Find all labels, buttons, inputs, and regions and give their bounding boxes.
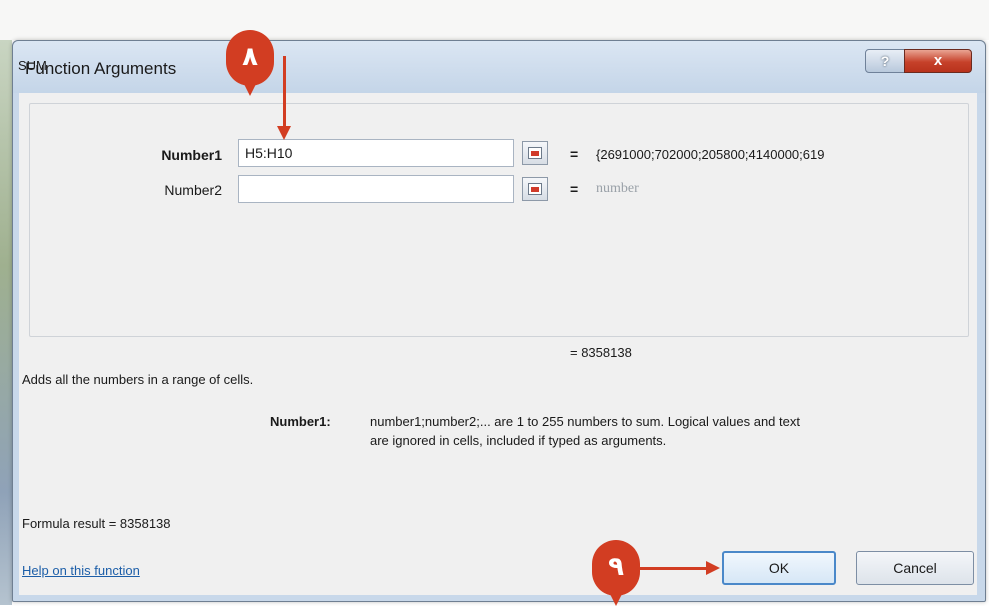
background-left bbox=[0, 40, 12, 605]
number1-result: {2691000;702000;205800;4140000;619 bbox=[596, 147, 825, 162]
argument-help-line1: number1;number2;... are 1 to 255 numbers… bbox=[370, 414, 800, 429]
argument-help-label: Number1: bbox=[270, 414, 331, 429]
argument-help-line2: are ignored in cells, included if typed … bbox=[370, 433, 667, 448]
argument-help-text: number1;number2;... are 1 to 255 numbers… bbox=[370, 412, 982, 450]
number2-label: Number2 bbox=[164, 182, 222, 198]
step-8-marker: ٨ bbox=[226, 30, 274, 96]
overall-result: = 8358138 bbox=[570, 345, 632, 360]
number2-collapse-button[interactable] bbox=[522, 177, 548, 201]
formula-result: Formula result = 8358138 bbox=[22, 516, 171, 531]
help-button[interactable]: ? bbox=[865, 49, 905, 73]
range-select-icon bbox=[528, 147, 542, 159]
ok-button[interactable]: OK bbox=[722, 551, 836, 585]
title-bar[interactable]: Function Arguments ? x bbox=[13, 41, 985, 93]
close-icon: x bbox=[933, 52, 943, 69]
step-8-arrow-head bbox=[277, 126, 291, 140]
number2-result: number bbox=[596, 181, 639, 196]
number2-field[interactable] bbox=[238, 175, 514, 203]
number1-equals: = bbox=[570, 146, 579, 162]
question-icon: ? bbox=[880, 53, 890, 69]
number2-equals: = bbox=[570, 181, 579, 197]
help-on-function-link[interactable]: Help on this function bbox=[22, 563, 140, 578]
background-top bbox=[0, 0, 989, 40]
number1-label: Number1 bbox=[161, 147, 222, 163]
step-8-arrow-line bbox=[283, 56, 286, 132]
function-name: SUM bbox=[18, 58, 47, 73]
step-9-marker: ٩ bbox=[592, 540, 640, 606]
number1-collapse-button[interactable] bbox=[522, 141, 548, 165]
number1-field[interactable]: H5:H10 bbox=[238, 139, 514, 167]
close-button[interactable]: x bbox=[904, 49, 972, 73]
cancel-button[interactable]: Cancel bbox=[856, 551, 974, 585]
step-9-arrow-head bbox=[706, 561, 720, 575]
function-description: Adds all the numbers in a range of cells… bbox=[22, 372, 254, 387]
dialog-title: Function Arguments bbox=[25, 59, 177, 78]
step-9-arrow-line bbox=[640, 567, 708, 570]
range-select-icon bbox=[528, 183, 542, 195]
